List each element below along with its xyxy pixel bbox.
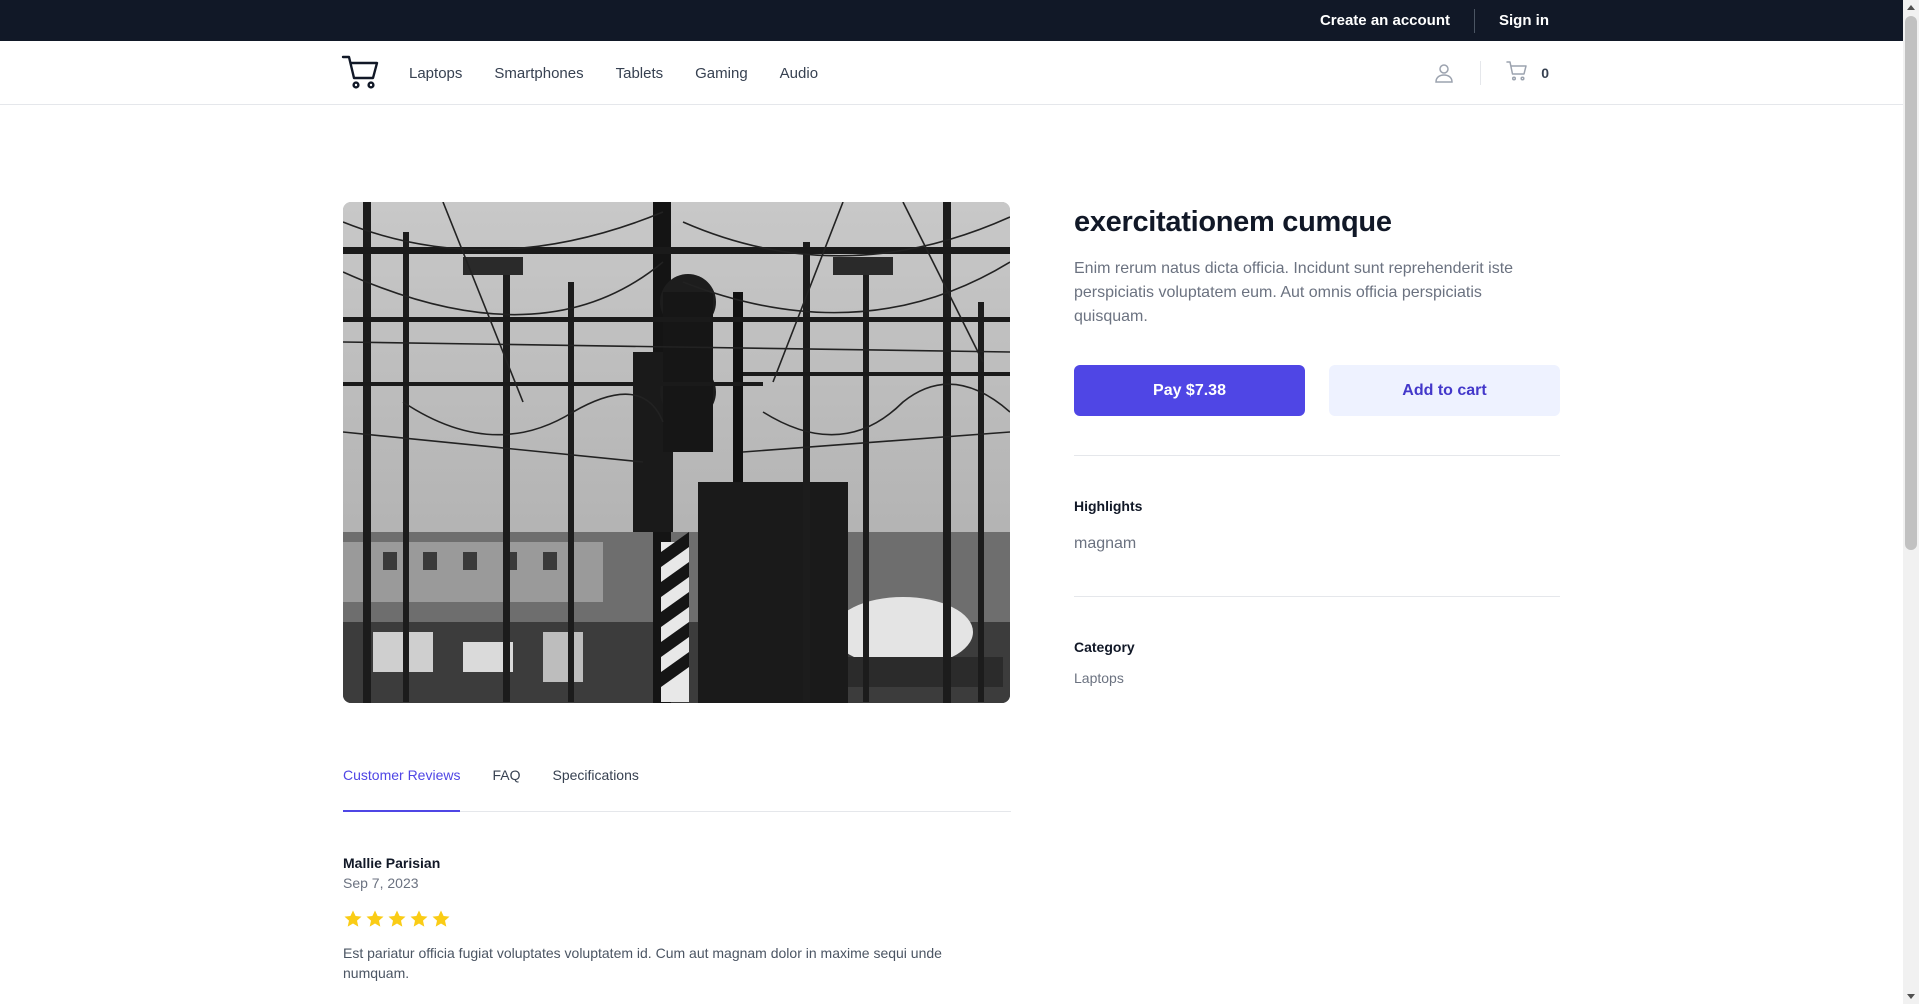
scrollbar-thumb[interactable] <box>1905 16 1917 550</box>
nav-link-smartphones[interactable]: Smartphones <box>494 65 583 82</box>
star-icon <box>344 910 362 927</box>
nav-link-gaming[interactable]: Gaming <box>695 65 748 82</box>
page-scrollbar[interactable] <box>1903 0 1919 1004</box>
tab-faq[interactable]: FAQ <box>492 752 520 812</box>
add-to-cart-button[interactable]: Add to cart <box>1329 365 1560 416</box>
sign-in-link[interactable]: Sign in <box>1499 12 1549 29</box>
product-title: exercitationem cumque <box>1074 206 1392 238</box>
product-image <box>343 202 1010 703</box>
cart-icon <box>1505 59 1529 88</box>
review-item: Mallie Parisian Sep 7, 2023 Est pariatur… <box>343 855 1011 983</box>
nav-link-laptops[interactable]: Laptops <box>409 65 462 82</box>
category-nav: Laptops Smartphones Tablets Gaming Audio <box>409 41 818 105</box>
nav-link-tablets[interactable]: Tablets <box>616 65 664 82</box>
purchase-actions: Pay $7.38 Add to cart <box>1074 365 1560 416</box>
create-account-link[interactable]: Create an account <box>1320 12 1450 29</box>
nav-actions: 0 <box>1432 41 1549 105</box>
product-tabs: Customer Reviews FAQ Specifications <box>343 752 1011 812</box>
star-rating <box>343 909 1011 929</box>
highlights-value: magnam <box>1074 535 1137 552</box>
review-text: Est pariatur officia fugiat voluptates v… <box>343 945 942 981</box>
category-label: Category <box>1074 639 1135 655</box>
cart-count: 0 <box>1541 65 1549 81</box>
shopping-cart-icon[interactable] <box>341 54 379 90</box>
scroll-up-icon[interactable] <box>1907 5 1915 10</box>
star-icon <box>410 910 428 927</box>
review-date: Sep 7, 2023 <box>343 875 419 891</box>
top-bar: Create an account Sign in <box>0 0 1903 41</box>
tab-specifications[interactable]: Specifications <box>553 752 639 812</box>
account-links: Create an account Sign in <box>1320 0 1549 41</box>
user-icon[interactable] <box>1432 61 1456 85</box>
star-icon <box>366 910 384 927</box>
pay-button[interactable]: Pay $7.38 <box>1074 365 1305 416</box>
cart-button[interactable]: 0 <box>1505 59 1549 88</box>
nav-link-audio[interactable]: Audio <box>780 65 818 82</box>
nav-divider <box>1480 61 1482 85</box>
highlights-label: Highlights <box>1074 498 1143 514</box>
divider <box>1074 596 1560 597</box>
star-icon <box>432 910 450 927</box>
scroll-down-icon[interactable] <box>1907 994 1915 999</box>
star-icon <box>388 910 406 927</box>
category-value: Laptops <box>1074 670 1124 686</box>
topbar-divider <box>1474 8 1475 33</box>
divider <box>1074 455 1560 456</box>
main-navbar: Laptops Smartphones Tablets Gaming Audio… <box>0 41 1903 105</box>
product-details: exercitationem cumque Enim rerum natus d… <box>1074 202 1559 329</box>
product-description: Enim rerum natus dicta officia. Incidunt… <box>1074 260 1514 325</box>
tab-customer-reviews[interactable]: Customer Reviews <box>343 752 461 812</box>
reviewer-name: Mallie Parisian <box>343 855 441 871</box>
